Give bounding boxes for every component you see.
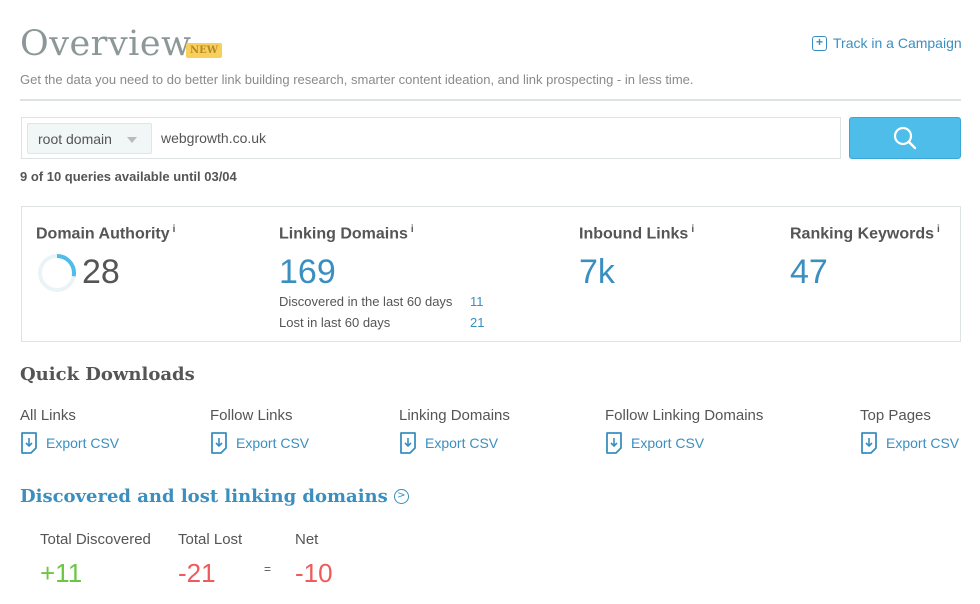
linking-domains-label: Linking Domains i: [279, 224, 414, 243]
discovered-label: Discovered in the last 60 days: [279, 294, 453, 309]
chevron-down-icon: [127, 137, 137, 143]
discovered-lost-heading[interactable]: Discovered and lost linking domains >: [20, 486, 409, 507]
info-icon[interactable]: i: [937, 224, 940, 235]
file-download-icon: [861, 432, 877, 454]
info-icon[interactable]: i: [411, 224, 414, 235]
export-csv-link[interactable]: Export CSV: [20, 432, 119, 454]
track-label: Track in a Campaign: [833, 35, 962, 51]
total-discovered-label: Total Discovered: [40, 531, 151, 548]
scope-value: root domain: [38, 131, 112, 147]
file-download-icon: [211, 432, 227, 454]
metrics-panel: Domain Authority i 28 Linking Domains i 16…: [21, 206, 961, 342]
new-badge: NEW: [186, 43, 222, 58]
export-csv-link[interactable]: Export CSV: [605, 432, 763, 454]
domain-authority-label: Domain Authority i: [36, 224, 175, 243]
export-label: Export CSV: [886, 435, 960, 451]
heading-text: Discovered and lost linking domains: [20, 486, 388, 507]
download-label: All Links: [20, 407, 76, 424]
download-item: Follow Linking Domains Export CSV: [605, 407, 763, 454]
total-lost-label: Total Lost: [178, 531, 243, 548]
ranking-keywords-value: 47: [790, 253, 828, 291]
total-discovered-value: +11: [40, 558, 83, 588]
download-item: Top Pages Export CSV: [860, 407, 959, 454]
label-text: Ranking Keywords: [790, 225, 935, 243]
export-label: Export CSV: [236, 435, 310, 451]
inbound-links-label: Inbound Links i: [579, 224, 694, 243]
export-csv-link[interactable]: Export CSV: [210, 432, 309, 454]
ranking-keywords-label: Ranking Keywords i: [790, 224, 940, 243]
info-icon[interactable]: i: [691, 224, 694, 235]
export-csv-link[interactable]: Export CSV: [860, 432, 959, 454]
download-label: Top Pages: [860, 407, 931, 424]
lost-label: Lost in last 60 days: [279, 315, 391, 330]
download-item: Linking Domains Export CSV: [399, 407, 510, 454]
download-label: Linking Domains: [399, 407, 510, 424]
chevron-right-circle-icon[interactable]: >: [393, 489, 409, 504]
inbound-links-value: 7k: [579, 253, 615, 291]
export-csv-link[interactable]: Export CSV: [399, 432, 510, 454]
label-text: Inbound Links: [579, 225, 689, 243]
divider: [20, 99, 961, 101]
equals-sign: =: [264, 562, 272, 576]
net-value: -10: [295, 558, 333, 588]
file-download-icon: [606, 432, 622, 454]
download-label: Follow Links: [210, 407, 293, 424]
search-icon: [893, 126, 917, 150]
export-label: Export CSV: [631, 435, 705, 451]
export-label: Export CSV: [425, 435, 499, 451]
linking-domains-value: 169: [279, 253, 336, 291]
search-bar: root domain: [21, 117, 841, 159]
file-download-icon: [21, 432, 37, 454]
label-text: Domain Authority: [36, 225, 170, 243]
domain-authority-value: 28: [82, 253, 120, 291]
download-item: All Links Export CSV: [20, 407, 119, 454]
lost-value: 21: [470, 315, 485, 330]
scope-select[interactable]: root domain: [27, 123, 152, 154]
download-item: Follow Links Export CSV: [210, 407, 309, 454]
export-label: Export CSV: [46, 435, 120, 451]
queries-remaining: 9 of 10 queries available until 03/04: [20, 169, 237, 184]
domain-input[interactable]: [161, 130, 761, 146]
download-label: Follow Linking Domains: [605, 407, 764, 424]
file-download-icon: [400, 432, 416, 454]
plus-icon: +: [812, 35, 827, 51]
label-text: Linking Domains: [279, 225, 408, 243]
total-lost-value: -21: [178, 558, 216, 588]
info-icon[interactable]: i: [173, 224, 176, 235]
domain-authority-ring: [38, 254, 76, 292]
page-subtitle: Get the data you need to do better link …: [20, 72, 694, 87]
discovered-value: 11: [470, 294, 484, 309]
search-button[interactable]: [849, 117, 961, 159]
track-in-campaign-link[interactable]: + Track in a Campaign: [812, 35, 962, 51]
quick-downloads-heading: Quick Downloads: [20, 364, 195, 385]
net-label: Net: [295, 531, 319, 548]
page-title: Overview: [20, 24, 192, 64]
